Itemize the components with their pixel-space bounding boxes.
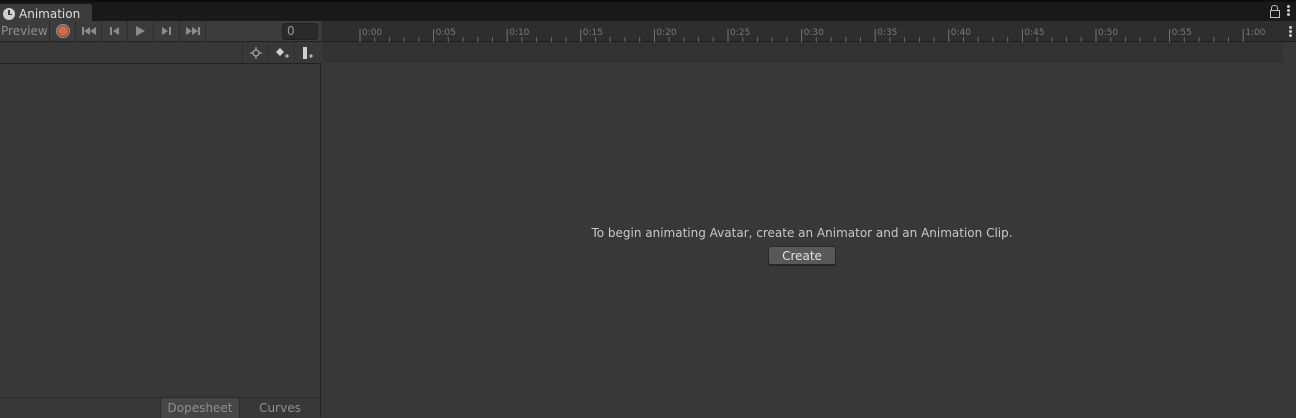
time-label: 0:35	[877, 28, 897, 38]
timeline-panel: 0:00 0:05 0:10 0:15 0:20 0:25 0:30 0:35 0:40 0:45…	[322, 21, 1296, 417]
first-key-icon	[81, 27, 96, 35]
tab-curves[interactable]: Curves	[240, 398, 320, 418]
summary-track	[322, 42, 1283, 62]
time-label: 0:55	[1172, 28, 1192, 38]
timeline-ruler[interactable]: 0:00 0:05 0:10 0:15 0:20 0:25 0:30 0:35 0:40 0:45…	[322, 21, 1296, 42]
time-label: 0:15	[583, 28, 603, 38]
tab-dopesheet[interactable]: Dopesheet	[160, 398, 240, 418]
lock-icon[interactable]	[1270, 5, 1280, 18]
add-event-button[interactable]	[294, 42, 320, 63]
time-label: 0:10	[509, 28, 529, 38]
timeline-menu-icon[interactable]	[1289, 26, 1292, 37]
time-label: 0:45	[1024, 28, 1044, 38]
time-label: 0:05	[436, 28, 456, 38]
time-label: 1:00	[1245, 28, 1265, 38]
last-key-button[interactable]	[180, 20, 206, 42]
time-ruler: 0:00 0:05 0:10 0:15 0:20 0:25 0:30 0:35 0:40 0:45…	[359, 28, 1266, 42]
time-label: 0:40	[951, 28, 971, 38]
window-tab-title: Animation	[19, 6, 81, 21]
time-label: 0:25	[730, 28, 750, 38]
record-button[interactable]	[50, 20, 76, 42]
create-button[interactable]: Create	[768, 246, 836, 265]
play-button[interactable]	[128, 20, 154, 42]
empty-state-message: To begin animating Avatar, create an Ani…	[591, 226, 1013, 240]
playback-toolbar: Preview 0	[0, 20, 321, 42]
animation-clock-icon	[3, 7, 15, 20]
next-key-button[interactable]	[154, 20, 180, 42]
time-label: 0:30	[804, 28, 824, 38]
view-mode-tabs: Dopesheet Curves	[0, 397, 321, 418]
prev-key-button[interactable]	[102, 20, 128, 42]
time-label: 0:00	[362, 28, 382, 38]
record-icon	[55, 24, 70, 38]
next-key-icon	[161, 27, 171, 35]
filter-by-selection-button[interactable]	[242, 42, 268, 63]
preview-button[interactable]: Preview	[0, 20, 50, 42]
add-event-icon	[302, 46, 313, 59]
prev-key-icon	[109, 27, 119, 35]
window-titlebar: Animation	[0, 0, 1296, 23]
time-label: 0:20	[656, 28, 676, 38]
add-keyframe-button[interactable]	[268, 42, 294, 63]
add-keyframe-icon	[275, 47, 289, 58]
frame-field[interactable]: 0	[282, 23, 318, 40]
hierarchy-panel: Preview 0 Dopesheet Curves	[0, 20, 321, 418]
filter-by-selection-icon	[249, 46, 262, 59]
first-key-button[interactable]	[76, 20, 102, 42]
window-menu-icon[interactable]	[1287, 5, 1290, 16]
time-label: 0:50	[1098, 28, 1118, 38]
last-key-icon	[185, 27, 200, 35]
play-icon	[136, 26, 145, 36]
keyframe-toolbar	[0, 42, 321, 64]
